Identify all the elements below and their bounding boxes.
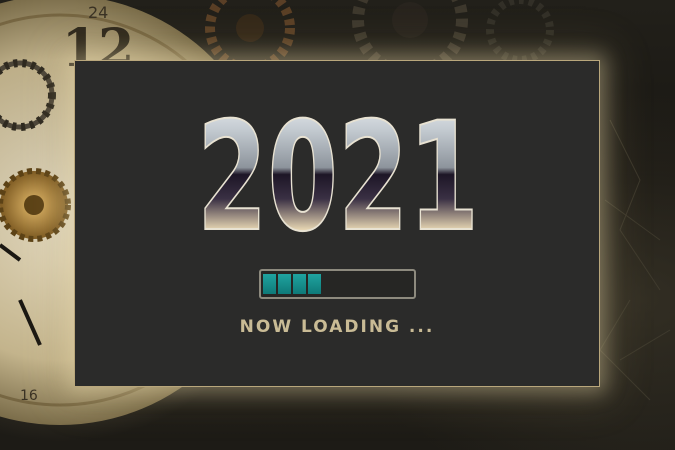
year-text: 2021 (197, 101, 479, 241)
progress-segment (263, 274, 276, 294)
clock-numeral: 16 (20, 388, 38, 404)
progress-bar (259, 269, 416, 299)
gear-icon (486, 0, 554, 64)
year-title: 2021 (196, 101, 480, 241)
gear-icon (205, 0, 295, 73)
progress-segment (293, 274, 306, 294)
gear-icon (0, 168, 71, 242)
progress-segment (278, 274, 291, 294)
progress-segment (308, 274, 321, 294)
loading-panel: 2021 NOW LOADING ... (74, 60, 600, 387)
loading-status-text: NOW LOADING ... (239, 317, 435, 337)
